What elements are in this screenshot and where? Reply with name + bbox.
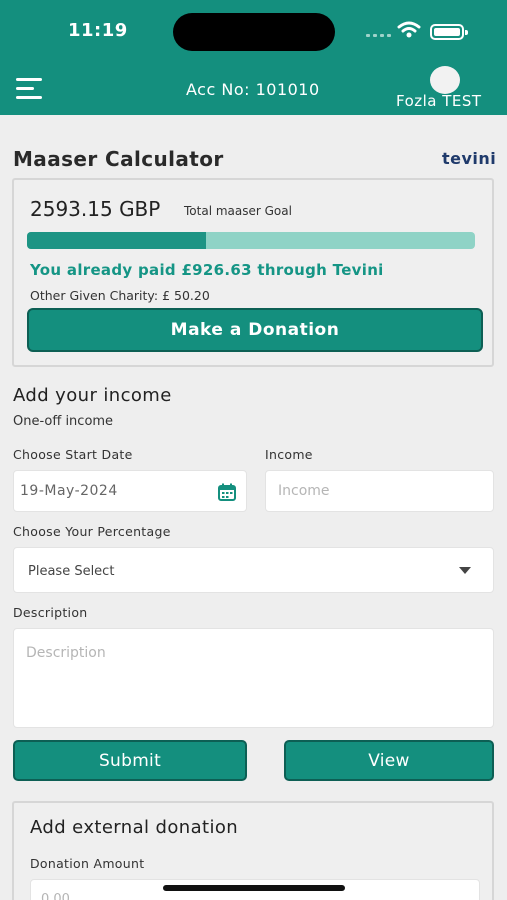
donation-amount-label: Donation Amount [30,856,145,871]
start-date-value: 19-May-2024 [20,483,118,499]
submit-button[interactable]: Submit [13,740,247,781]
account-number: Acc No: 101010 [186,80,320,99]
start-date-label: Choose Start Date [13,447,133,462]
view-button[interactable]: View [284,740,494,781]
status-time: 11:19 [68,20,128,41]
description-label: Description [13,605,88,620]
avatar[interactable] [430,66,460,94]
calendar-icon[interactable] [218,483,236,501]
percentage-value: Please Select [28,564,115,579]
home-indicator [163,885,345,891]
make-donation-button[interactable]: Make a Donation [27,308,483,352]
income-section-subtitle: One-off income [13,414,114,429]
page-title: Maaser Calculator [13,147,224,171]
paid-text: You already paid £926.63 through Tevini [30,261,384,279]
menu-icon[interactable] [16,78,42,100]
goal-progress-fill [27,232,207,249]
description-input[interactable] [13,628,494,728]
user-name[interactable]: Fozla TEST [396,92,482,110]
income-section-title: Add your income [13,385,172,406]
goal-label: Total maaser Goal [184,204,292,218]
signal-icon [366,34,391,37]
percentage-select[interactable]: Please Select [13,547,494,593]
percentage-label: Choose Your Percentage [13,524,171,539]
income-label: Income [265,447,313,462]
chevron-down-icon[interactable] [459,567,471,574]
dynamic-island [173,13,335,51]
other-charity-text: Other Given Charity: £ 50.20 [30,288,210,303]
goal-progress-bar [27,232,475,249]
wifi-icon [397,21,421,38]
start-date-field[interactable]: 19-May-2024 [13,470,247,512]
external-donation-title: Add external donation [30,817,239,838]
goal-card: 2593.15 GBP Total maaser Goal You alread… [12,178,494,367]
battery-icon [430,24,468,40]
goal-amount: 2593.15 GBP [30,197,161,221]
income-input[interactable] [265,470,494,512]
app-header: 11:19 Acc No: 101010 Fozla TEST [0,0,507,115]
brand-logo: tevini [442,149,497,168]
